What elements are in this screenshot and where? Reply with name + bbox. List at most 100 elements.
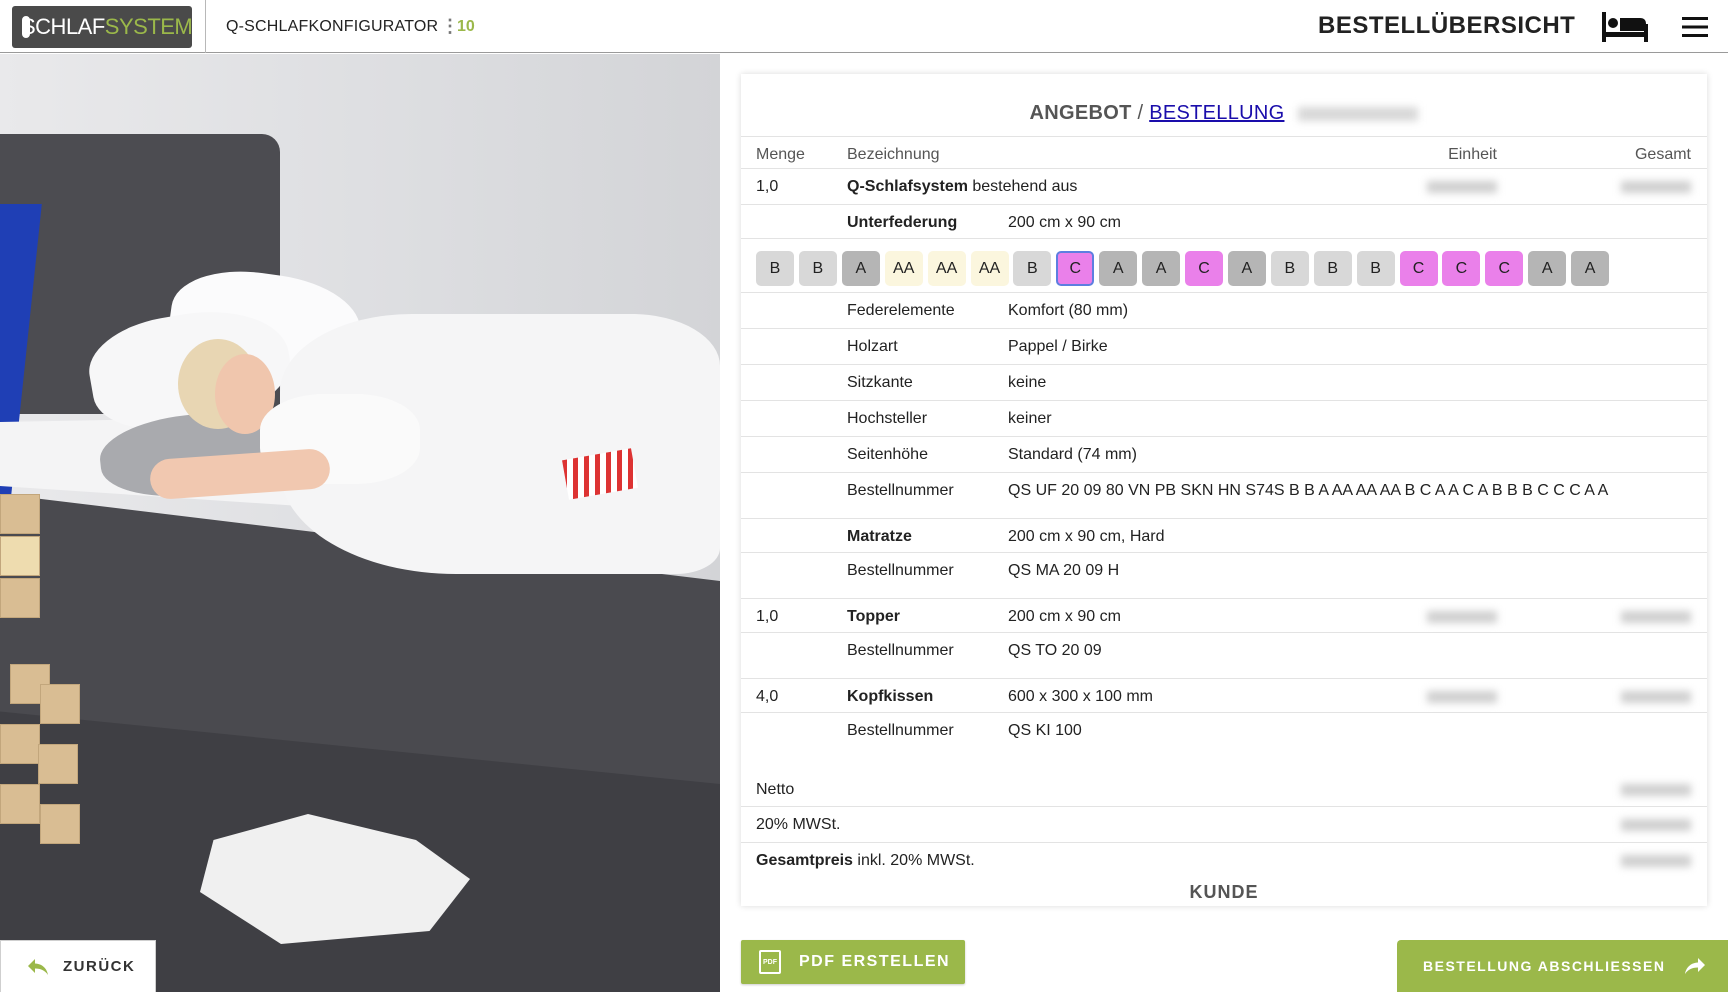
detail-row: Hochsteller keiner (741, 400, 1707, 436)
order-number-value: QS TO 20 09 (1008, 642, 1102, 659)
redacted-total-price (1621, 611, 1691, 623)
netto-label: Netto (756, 781, 795, 798)
share-arrow-icon (1685, 958, 1705, 974)
detail-label: Hochsteller (847, 410, 928, 427)
mwst-label: 20% MWSt. (756, 816, 841, 833)
col-einheit: Einheit (1448, 146, 1497, 163)
zone-letter[interactable]: AA (884, 251, 923, 286)
zone-letter[interactable]: AA (927, 251, 966, 286)
table-header: Menge Bezeichnung Einheit Gesamt (741, 136, 1707, 172)
detail-label: Sitzkante (847, 374, 913, 391)
redacted-mwst (1621, 819, 1691, 831)
kopfkissen-menge: 4,0 (756, 688, 779, 705)
detail-row: Bestellnummer QS TO 20 09 (741, 632, 1707, 668)
finish-order-button[interactable]: BESTELLUNG ABSCHLIESSEN (1397, 940, 1728, 992)
order-number-value: QS KI 100 (1008, 722, 1082, 739)
finish-order-label: BESTELLUNG ABSCHLIESSEN (1423, 958, 1666, 974)
detail-row: Bestellnummer QS MA 20 09 H (741, 552, 1707, 588)
detail-value: keine (1008, 374, 1047, 391)
gesamt-label: Gesamtpreis inkl. 20% MWSt. (756, 852, 975, 869)
zone-letter[interactable]: AA (970, 251, 1009, 286)
totals-mwst: 20% MWSt. (741, 806, 1707, 842)
redacted-total-price (1621, 691, 1691, 703)
app-header: Q SCHLAFSYSTEM Q-SCHLAFKONFIGURATOR ⋮ 10… (0, 0, 1728, 53)
back-button[interactable]: ZURÜCK (0, 940, 156, 992)
redacted-unit-price (1427, 691, 1497, 703)
zone-letter[interactable]: A (1099, 251, 1138, 286)
detail-value: Komfort (80 mm) (1008, 302, 1129, 319)
table-row-system: 1,0 Q-Schlafsystem bestehend aus (741, 168, 1707, 204)
detail-value: keiner (1008, 410, 1052, 427)
config-count-badge: 10 (457, 18, 475, 35)
detail-row: Seitenhöhe Standard (74 mm) (741, 436, 1707, 472)
unterfederung-label: Unterfederung (847, 214, 958, 231)
zone-letter[interactable]: B (1313, 251, 1352, 286)
detail-label: Bestellnummer (847, 642, 954, 659)
detail-value: Standard (74 mm) (1008, 446, 1137, 463)
system-name: Q-Schlafsystem bestehend aus (847, 178, 1078, 195)
create-pdf-button[interactable]: PDF PDF ERSTELLEN (741, 940, 965, 984)
zone-letter[interactable]: C (1185, 251, 1223, 286)
redacted-total-price (1621, 181, 1691, 193)
zone-letter[interactable]: B (1270, 251, 1309, 286)
zone-letter[interactable]: A (841, 251, 880, 286)
totals-gesamt: Gesamtpreis inkl. 20% MWSt. (741, 842, 1707, 878)
page-title: BESTELLÜBERSICHT (1318, 12, 1576, 39)
detail-label: Bestellnummer (847, 562, 954, 579)
zone-letter[interactable]: B (1356, 251, 1395, 286)
detail-label: Holzart (847, 338, 898, 355)
topper-label: Topper (847, 608, 901, 625)
col-bezeichnung: Bezeichnung (847, 146, 940, 163)
table-row-kopfkissen: 4,0 Kopfkissen 600 x 300 x 100 mm (741, 678, 1707, 714)
detail-label: Bestellnummer (847, 482, 954, 499)
detail-label: Bestellnummer (847, 722, 954, 739)
pdf-file-icon: PDF (759, 950, 781, 974)
matratze-label: Matratze (847, 528, 912, 545)
detail-value: Pappel / Birke (1008, 338, 1108, 355)
topper-menge: 1,0 (756, 608, 779, 625)
unterfederung-value: 200 cm x 90 cm (1008, 214, 1121, 231)
redacted-unit-price (1427, 611, 1497, 623)
bed-icon[interactable] (1602, 12, 1648, 42)
redacted-unit-price (1427, 181, 1497, 193)
logo-wordmark: SCHLAFSYSTEM (21, 14, 193, 39)
detail-row: Sitzkante keine (741, 364, 1707, 400)
title-separator: / (1131, 102, 1150, 124)
zone-letter[interactable]: C (1485, 251, 1524, 286)
offer-label: ANGEBOT (1029, 102, 1132, 124)
col-menge: Menge (756, 146, 805, 163)
menu-icon[interactable] (1682, 16, 1708, 38)
system-menge: 1,0 (756, 178, 779, 195)
detail-label: Seitenhöhe (847, 446, 928, 463)
create-pdf-label: PDF ERSTELLEN (799, 953, 951, 970)
zone-letter[interactable]: C (1056, 251, 1095, 286)
zone-letter[interactable]: B (798, 251, 837, 286)
order-title: ANGEBOT / BESTELLUNG (741, 102, 1707, 125)
zone-letter[interactable]: B (756, 251, 794, 286)
order-summary-card: ANGEBOT / BESTELLUNG Menge Bezeichnung E… (741, 74, 1707, 906)
redacted-order-id (1298, 106, 1419, 121)
order-number-value: QS UF 20 09 80 VN PB SKN HN S74S B B A A… (1008, 482, 1609, 499)
table-row-unterfederung: Unterfederung 200 cm x 90 cm (741, 204, 1707, 240)
zone-letter[interactable]: A (1142, 251, 1181, 286)
zone-letter[interactable]: B (1013, 251, 1052, 286)
zone-letters: B B A AA AA AA B C A A C A B B B C C C A… (741, 238, 1707, 292)
detail-row: Bestellnummer QS UF 20 09 80 VN PB SKN H… (741, 472, 1707, 508)
zone-letter[interactable]: C (1399, 251, 1438, 286)
zone-letter[interactable]: A (1227, 251, 1266, 286)
order-link[interactable]: BESTELLUNG (1149, 102, 1284, 124)
kopfkissen-value: 600 x 300 x 100 mm (1008, 688, 1153, 705)
detail-row: Bestellnummer QS KI 100 (741, 712, 1707, 748)
redacted-netto (1621, 784, 1691, 796)
zone-letter[interactable]: A (1571, 251, 1610, 286)
order-number-value: QS MA 20 09 H (1008, 562, 1120, 579)
zone-letter[interactable]: A (1528, 251, 1567, 286)
detail-row: Holzart Pappel / Birke (741, 328, 1707, 364)
reply-arrow-icon (28, 958, 48, 975)
detail-row: Federelemente Komfort (80 mm) (741, 292, 1707, 328)
zone-letter[interactable]: C (1442, 251, 1481, 286)
app-title: Q-SCHLAFKONFIGURATOR (226, 18, 439, 35)
kunde-heading: KUNDE (1189, 882, 1259, 902)
kopfkissen-label: Kopfkissen (847, 688, 934, 705)
brand-logo[interactable]: Q SCHLAFSYSTEM (12, 6, 193, 48)
